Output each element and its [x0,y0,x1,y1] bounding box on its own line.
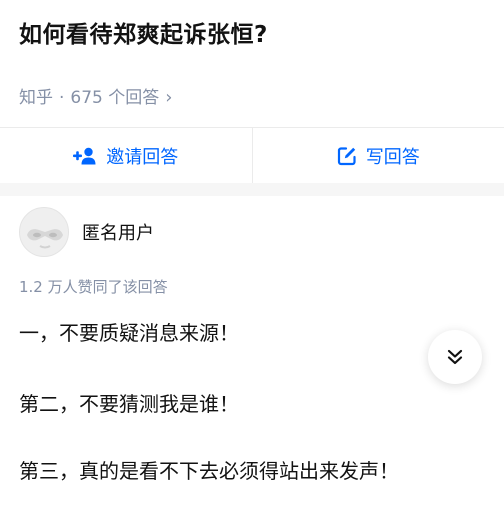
invite-answer-label: 邀请回答 [106,146,179,168]
question-meta[interactable]: 知乎 · 675 个回答 › [19,85,172,111]
write-answer-button[interactable]: 写回答 [253,128,504,183]
answer-paragraph: 第三，真的是看不下去必须得站出来发声！ [19,459,399,483]
write-answer-label: 写回答 [365,146,420,168]
answer-paragraph: 一，不要质疑消息来源！ [19,321,239,345]
source-label: 知乎 [19,88,53,108]
author-name[interactable]: 匿名用户 [82,219,154,245]
add-person-icon [73,147,96,164]
answer-count[interactable]: 675 个回答 [70,85,159,111]
vote-count: 1.2 万人赞同了该回答 [19,278,168,296]
avatar[interactable] [19,207,69,257]
anonymous-mask-icon [27,229,63,249]
invite-answer-button[interactable]: 邀请回答 [0,128,252,183]
double-chevron-down-icon [447,349,463,365]
meta-separator: · [59,88,65,108]
expand-answer-button[interactable] [428,330,482,384]
edit-icon [337,146,356,165]
section-gap [0,183,504,196]
chevron-right-icon: › [165,87,173,108]
question-title: 如何看待郑爽起诉张恒? [19,22,268,48]
action-bar: 邀请回答 写回答 [0,128,504,183]
author-row[interactable]: 匿名用户 [19,207,154,257]
answer-paragraph: 第二，不要猜测我是谁！ [19,392,239,416]
